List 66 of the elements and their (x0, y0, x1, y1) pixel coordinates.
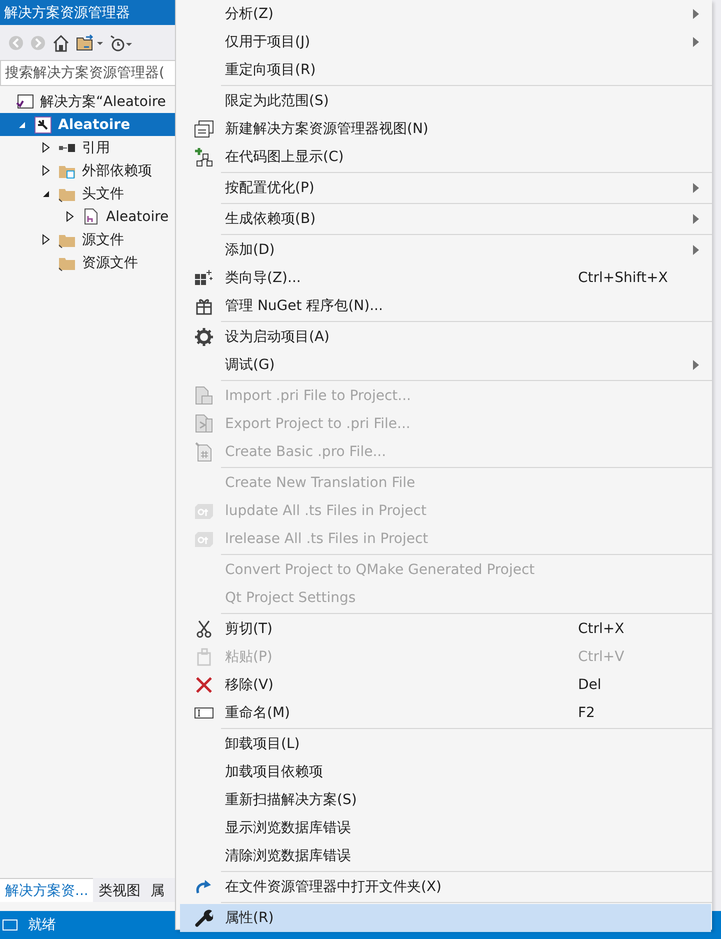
menu-item[interactable]: 管理 NuGet 程序包(N)... (180, 292, 711, 320)
menu-item[interactable]: 在文件资源管理器中打开文件夹(X) (180, 873, 711, 901)
sync-icon[interactable] (76, 34, 104, 52)
history-icon[interactable] (110, 34, 132, 52)
menu-item[interactable]: 类向导(Z)... Ctrl+Shift+X (180, 264, 711, 292)
menu-item[interactable]: 重新扫描解决方案(S) (180, 786, 711, 814)
menu-item[interactable]: 添加(D) (180, 236, 711, 264)
header-file-icon (84, 208, 98, 225)
panel-tab[interactable]: 解决方案资... (0, 878, 94, 902)
home-icon[interactable] (52, 34, 70, 52)
tree-item[interactable]: 资源文件 (0, 251, 176, 274)
menu-item[interactable]: 重命名(M) F2 (180, 699, 711, 727)
qt-icon (194, 503, 214, 519)
menu-item[interactable]: 加载项目依赖项 (180, 758, 711, 786)
solution-icon (16, 94, 34, 110)
collapsed-arrow-icon[interactable] (42, 142, 50, 153)
menu-item[interactable]: 分析(Z) (180, 0, 711, 28)
tree-item[interactable]: 外部依赖项 (0, 159, 176, 182)
menu-item[interactable]: 剪切(T) Ctrl+X (180, 615, 711, 643)
tree-item[interactable]: 引用 (0, 136, 176, 159)
menu-item[interactable]: 仅用于项目(J) (180, 28, 711, 56)
gear-icon (194, 328, 212, 346)
reference-icon (58, 142, 76, 152)
menu-item[interactable]: 重定向项目(R) (180, 56, 711, 84)
menu-item[interactable]: 显示浏览数据库错误 (180, 814, 711, 842)
remove-icon (194, 676, 212, 694)
qt-icon (194, 531, 214, 547)
menu-item[interactable]: 移除(V) Del (180, 671, 711, 699)
status-text: 就绪 (28, 916, 56, 934)
collapsed-arrow-icon[interactable] (42, 234, 50, 245)
menu-item[interactable]: 按配置优化(P) (180, 174, 711, 202)
tree-item[interactable]: 头文件 (0, 182, 176, 205)
menu-item[interactable]: 卸载项目(L) (180, 730, 711, 758)
menu-item[interactable]: 限定为此范围(S) (180, 87, 711, 115)
tree-item[interactable]: 源文件 (0, 228, 176, 251)
panel-tab[interactable]: 类视图 (93, 878, 146, 902)
package-icon (194, 297, 212, 315)
collapsed-arrow-icon[interactable] (42, 165, 50, 176)
collapsed-arrow-icon[interactable] (66, 211, 74, 222)
wrench-icon (194, 909, 212, 927)
menu-item[interactable]: 在代码图上显示(C) (180, 143, 711, 171)
menu-item[interactable]: 属性(R) (180, 904, 711, 932)
class-wizard-icon (194, 269, 214, 287)
diagram-icon (194, 147, 214, 167)
project-icon (34, 116, 52, 134)
menu-item[interactable]: 设为启动项目(A) (180, 323, 711, 351)
panel-tab[interactable]: 属 (145, 878, 170, 902)
rename-icon (194, 707, 214, 719)
window-icon (194, 120, 214, 138)
menu-item[interactable]: 生成依赖项(B) (180, 205, 711, 233)
search-field[interactable]: 搜索解决方案资源管理器( (0, 60, 176, 86)
menu-item[interactable]: 调试(G) (180, 351, 711, 379)
new-file-icon (194, 442, 214, 462)
tree-item[interactable]: 解决方案“Aleatoire (0, 90, 176, 113)
file-export-icon (194, 414, 214, 434)
file-import-icon (194, 386, 214, 406)
tree-item[interactable]: Aleatoire (0, 205, 176, 228)
clipboard-icon (196, 648, 212, 666)
scissors-icon (196, 620, 212, 638)
tree-item[interactable]: Aleatoire (0, 113, 176, 136)
menu-item[interactable]: 新建解决方案资源管理器视图(N) (180, 115, 711, 143)
status-icon (2, 919, 18, 931)
panel-title: 解决方案资源管理器 (0, 0, 176, 25)
expanded-arrow-icon[interactable] (42, 190, 50, 198)
redo-arrow-icon (194, 879, 212, 895)
menu-item[interactable]: 清除浏览数据库错误 (180, 842, 711, 870)
